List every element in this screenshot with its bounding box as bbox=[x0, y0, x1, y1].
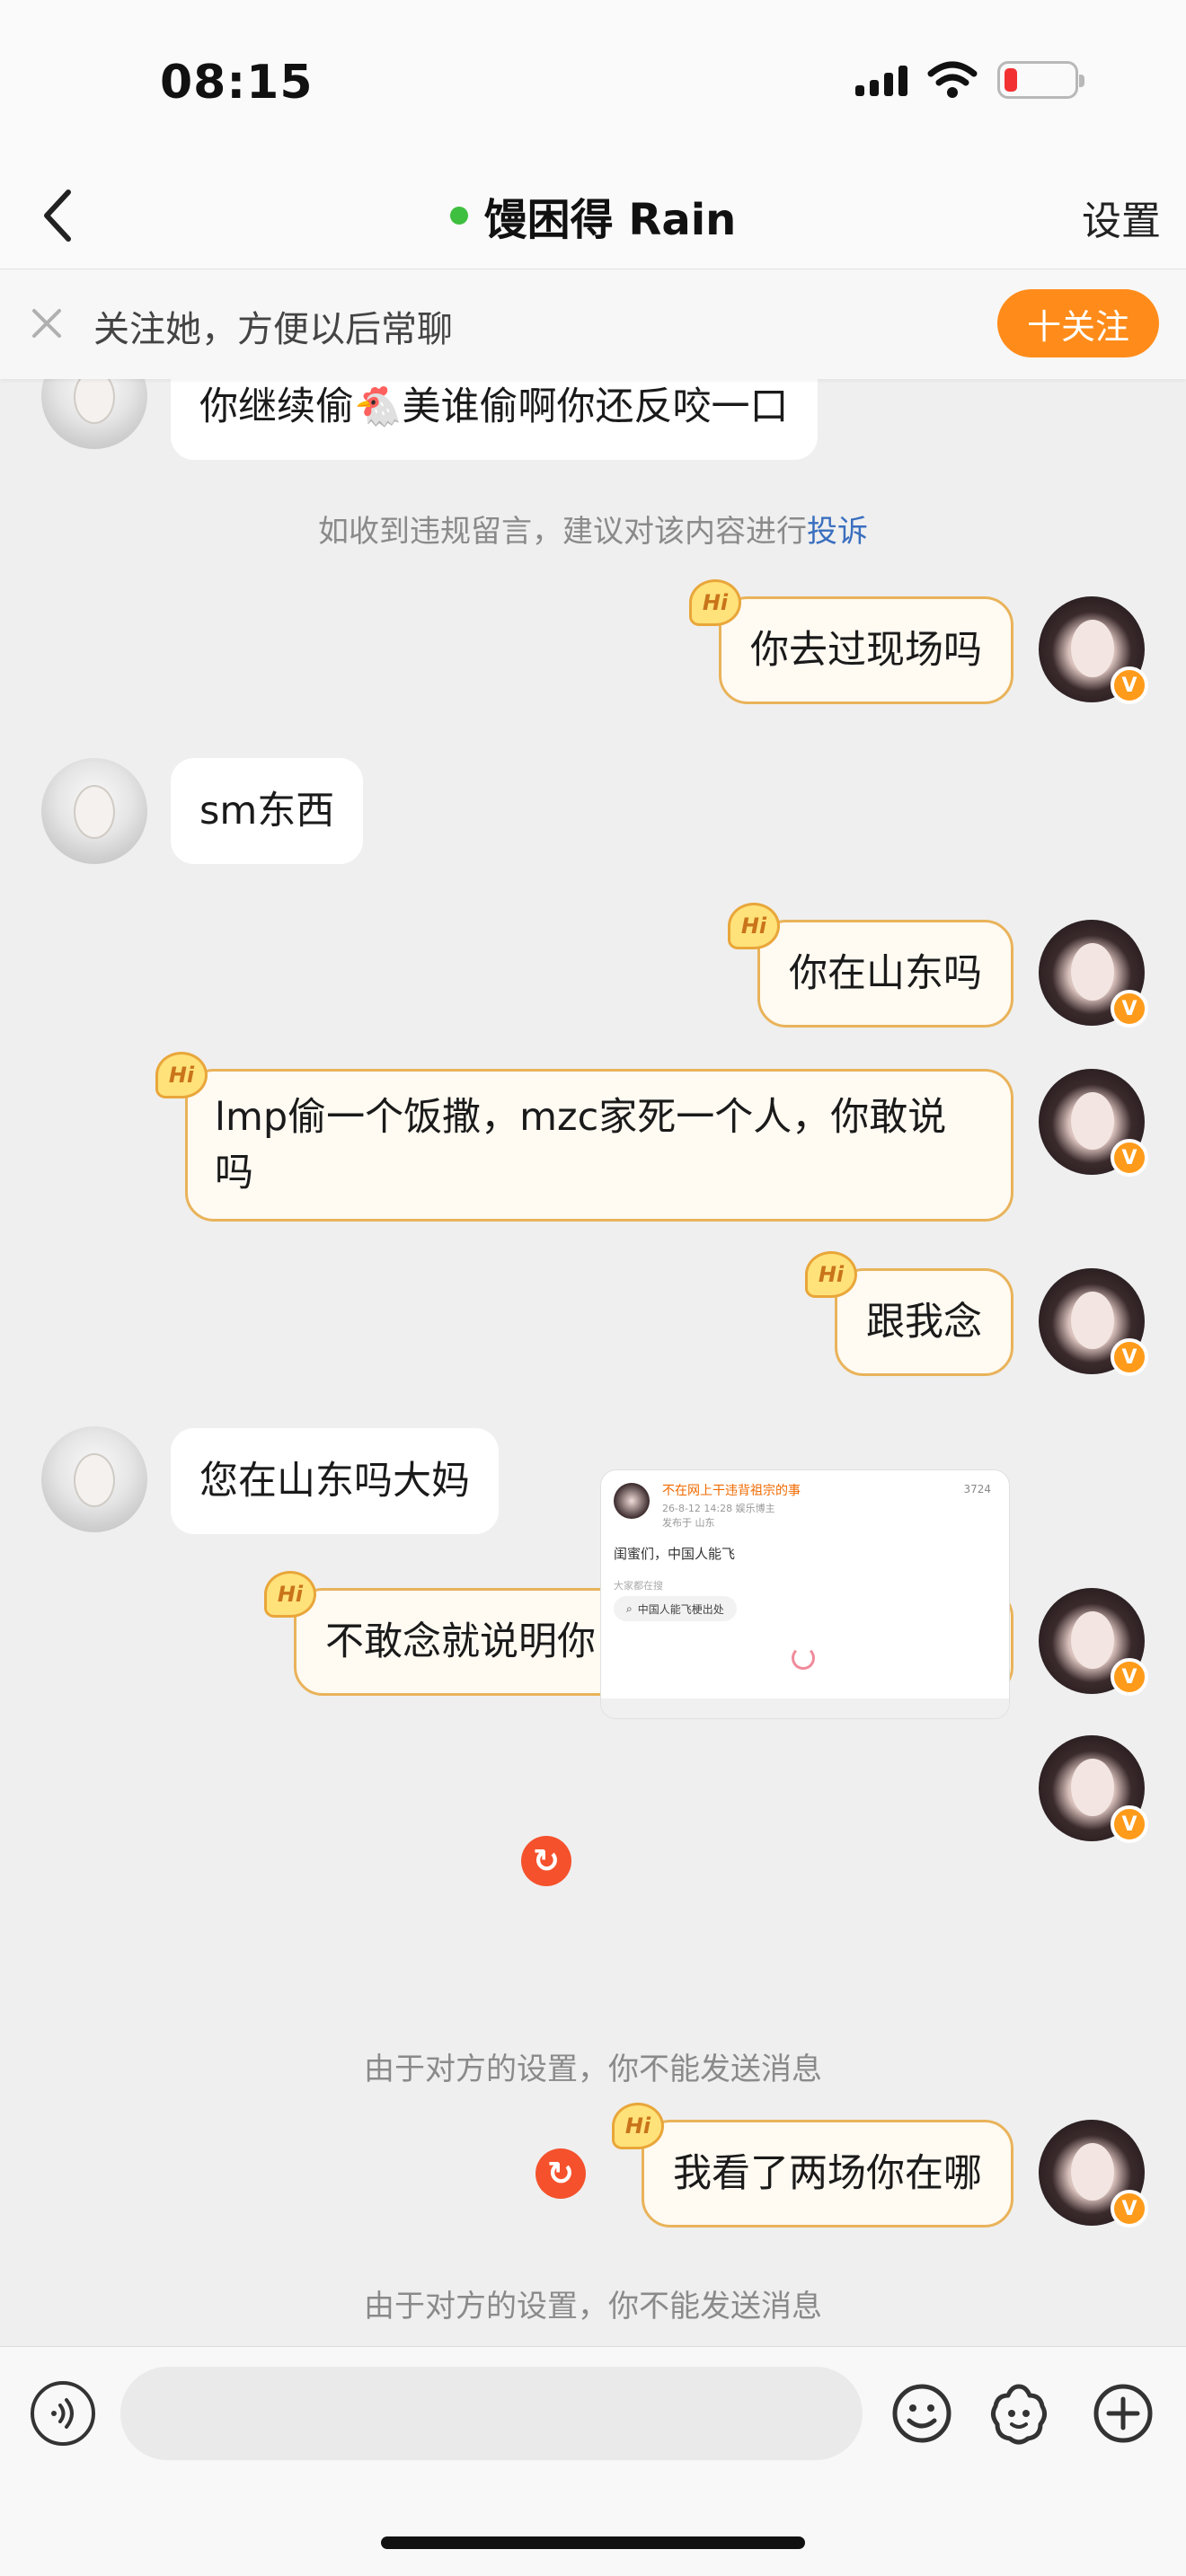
report-link[interactable]: 投诉 bbox=[807, 514, 868, 550]
shared-post-card[interactable]: 不在网上干违背祖宗的事 26-8-12 14:28 娱乐博主 发布于 山东 37… bbox=[600, 1469, 1010, 1719]
sticker-icon bbox=[990, 2384, 1048, 2445]
verified-icon: V bbox=[1111, 2190, 1148, 2228]
card-location: 发布于 山东 bbox=[662, 1517, 715, 1529]
status-icons bbox=[855, 61, 1084, 99]
verified-icon: V bbox=[1111, 1338, 1148, 1376]
hi-badge-icon: Hi bbox=[728, 903, 780, 949]
sent-message[interactable]: Hi 你去过现场吗 bbox=[689, 579, 1013, 704]
signal-icon bbox=[855, 64, 907, 96]
card-footer bbox=[601, 1698, 1009, 1718]
card-meta: 26-8-12 14:28 娱乐博主 bbox=[662, 1503, 775, 1514]
verified-icon: V bbox=[1111, 1139, 1148, 1177]
sent-message[interactable]: Hi 你在山东吗 bbox=[728, 903, 1013, 1028]
card-search-pill: ⌕ 中国人能飞梗出处 bbox=[614, 1596, 737, 1621]
online-status-dot bbox=[449, 207, 468, 225]
blocked-notice: 由于对方的设置，你不能发送消息 bbox=[364, 2289, 822, 2325]
plus-icon bbox=[1093, 2384, 1153, 2443]
hi-badge-icon: Hi bbox=[612, 2103, 664, 2149]
settings-button[interactable]: 设置 bbox=[1082, 189, 1161, 246]
received-message[interactable]: sm东西 bbox=[171, 758, 364, 864]
card-post-text: 闺蜜们，中国人能飞 bbox=[614, 1546, 736, 1562]
my-avatar[interactable]: V bbox=[1039, 2120, 1148, 2228]
chat-area[interactable]: 你继续偷🐔美谁偷啊你还反咬一口 如收到违规留言，建议对该内容进行投诉 V Hi … bbox=[0, 269, 1186, 2346]
resend-icon[interactable]: ↻ bbox=[521, 1836, 571, 1886]
message-text: lmp偷一个饭撒，mzc家死一个人，你敢说吗 bbox=[215, 1095, 947, 1195]
search-icon: ⌕ bbox=[626, 1601, 633, 1615]
battery-icon bbox=[997, 61, 1084, 99]
message-text: 我看了两场你在哪 bbox=[673, 2151, 982, 2196]
message-text: 你去过现场吗 bbox=[750, 628, 982, 673]
follow-prompt-text: 关注她，方便以后常聊 bbox=[93, 309, 453, 350]
my-avatar[interactable]: V bbox=[1039, 920, 1148, 1028]
hi-badge-icon: Hi bbox=[689, 579, 741, 626]
sticker-button[interactable] bbox=[985, 2379, 1053, 2448]
verified-icon: V bbox=[1111, 990, 1148, 1028]
plus-button[interactable] bbox=[1089, 2379, 1157, 2448]
card-search-label: 大家都在搜 bbox=[614, 1580, 663, 1592]
sent-message[interactable]: Hi lmp偷一个饭撒，mzc家死一个人，你敢说吗 bbox=[155, 1052, 1013, 1222]
message-input[interactable] bbox=[120, 2367, 863, 2460]
card-author-avatar bbox=[614, 1483, 650, 1519]
my-avatar[interactable]: V bbox=[1039, 1069, 1148, 1177]
hi-badge-icon: Hi bbox=[264, 1571, 316, 1618]
emoji-button[interactable] bbox=[888, 2379, 956, 2448]
home-indicator[interactable] bbox=[381, 2536, 805, 2549]
hi-badge-icon: Hi bbox=[805, 1251, 857, 1298]
status-bar: 08:15 bbox=[0, 0, 1186, 162]
my-avatar[interactable]: V bbox=[1039, 1588, 1148, 1696]
voice-button[interactable] bbox=[31, 2381, 95, 2446]
blocked-notice: 由于对方的设置，你不能发送消息 bbox=[364, 2051, 822, 2087]
chat-title[interactable]: 馒困得 Rain bbox=[0, 162, 1186, 269]
my-avatar[interactable]: V bbox=[1039, 596, 1148, 704]
my-avatar[interactable]: V bbox=[1039, 1735, 1148, 1843]
card-read-count: 3724 bbox=[963, 1483, 991, 1495]
contact-avatar[interactable] bbox=[41, 758, 147, 864]
voice-icon bbox=[51, 2398, 74, 2429]
loading-icon bbox=[792, 1646, 815, 1670]
card-search-pill-text: 中国人能飞梗出处 bbox=[637, 1602, 724, 1616]
contact-name: 馒困得 Rain bbox=[483, 195, 737, 245]
my-avatar[interactable]: V bbox=[1039, 1268, 1148, 1376]
verified-icon: V bbox=[1111, 1658, 1148, 1696]
sent-message[interactable]: Hi 跟我念 bbox=[805, 1251, 1013, 1376]
message-text: 你在山东吗 bbox=[789, 951, 982, 996]
message-text: 跟我念 bbox=[866, 1300, 982, 1345]
resend-icon[interactable]: ↻ bbox=[535, 2148, 586, 2199]
hi-badge-icon: Hi bbox=[155, 1052, 208, 1098]
contact-avatar[interactable] bbox=[41, 1426, 147, 1532]
follow-banner: 关注她，方便以后常聊 十关注 bbox=[0, 269, 1186, 379]
emoji-icon bbox=[892, 2384, 951, 2443]
report-notice: 如收到违规留言，建议对该内容进行投诉 bbox=[0, 507, 1186, 551]
verified-icon: V bbox=[1111, 1805, 1148, 1843]
verified-icon: V bbox=[1111, 666, 1148, 704]
follow-button[interactable]: 十关注 bbox=[997, 289, 1159, 357]
sent-message[interactable]: Hi 我看了两场你在哪 bbox=[612, 2103, 1013, 2228]
chat-header: 馒困得 Rain 设置 bbox=[0, 162, 1186, 269]
received-message[interactable]: 您在山东吗大妈 bbox=[171, 1428, 499, 1534]
report-notice-text: 如收到违规留言，建议对该内容进行 bbox=[318, 514, 807, 550]
close-icon[interactable] bbox=[27, 304, 66, 343]
card-author-name: 不在网上干违背祖宗的事 bbox=[662, 1484, 801, 1498]
status-time: 08:15 bbox=[160, 56, 314, 110]
wifi-icon bbox=[927, 61, 978, 98]
